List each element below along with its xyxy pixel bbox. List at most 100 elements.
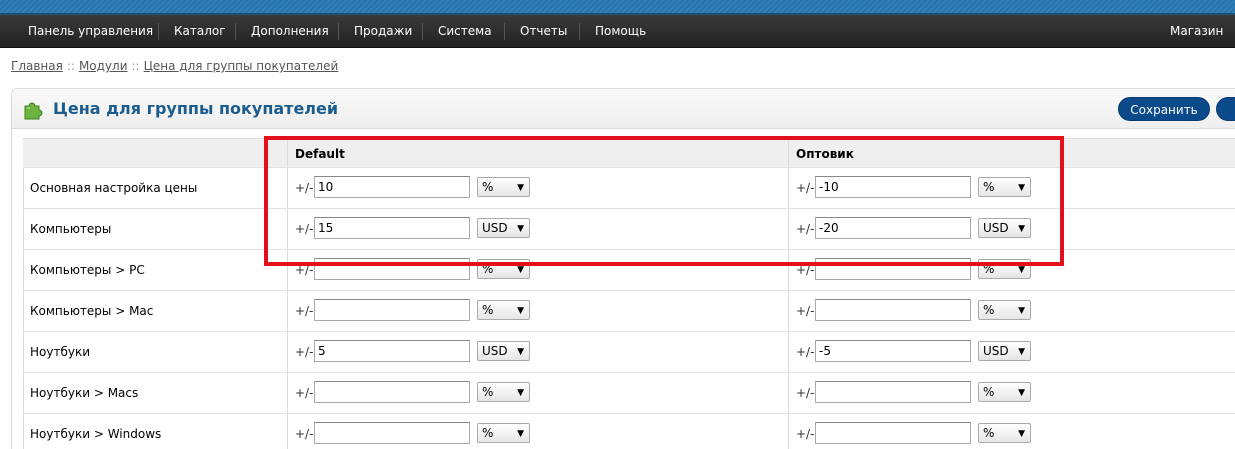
column-divider xyxy=(287,373,288,413)
table-header-row: Default Оптовик xyxy=(23,138,1235,168)
menu-separator xyxy=(235,23,236,40)
table-row: Основная настройка цены +/- 10 % ▼ +/- -… xyxy=(23,168,1235,209)
column-divider xyxy=(287,168,288,208)
breadcrumb-modules[interactable]: Модули xyxy=(79,59,128,73)
dropdown-arrow-icon: ▼ xyxy=(1018,306,1025,316)
default-type-select[interactable]: % ▼ xyxy=(477,382,530,402)
wholesale-value-input[interactable]: -5 xyxy=(815,340,971,362)
default-value-input[interactable] xyxy=(314,422,470,444)
wholesale-type-select[interactable]: % ▼ xyxy=(978,300,1031,320)
select-value: % xyxy=(482,262,494,276)
plus-minus-label: +/- xyxy=(295,427,314,441)
menu-item-reports[interactable]: Отчеты xyxy=(520,24,567,38)
default-type-select[interactable]: % ▼ xyxy=(477,300,530,320)
menu-item-store[interactable]: Магазин xyxy=(1170,24,1223,38)
default-value-input[interactable] xyxy=(314,258,470,280)
dropdown-arrow-icon: ▼ xyxy=(517,429,524,439)
column-divider xyxy=(287,414,288,449)
dropdown-arrow-icon: ▼ xyxy=(1018,388,1025,398)
plus-minus-label: +/- xyxy=(796,304,815,318)
dropdown-arrow-icon: ▼ xyxy=(517,388,524,398)
panel-header: Цена для группы покупателей Сохранить xyxy=(12,89,1235,129)
menu-separator xyxy=(338,23,339,40)
select-value: USD xyxy=(983,344,1009,358)
wholesale-value-input[interactable] xyxy=(815,381,971,403)
table-row: Ноутбуки > Macs +/- % ▼ +/- % ▼ xyxy=(23,373,1235,414)
wholesale-type-select[interactable]: USD ▼ xyxy=(978,341,1031,361)
wholesale-type-select[interactable]: % ▼ xyxy=(978,177,1031,197)
dropdown-arrow-icon: ▼ xyxy=(517,183,524,193)
column-divider xyxy=(788,291,789,331)
dropdown-arrow-icon: ▼ xyxy=(1018,429,1025,439)
default-type-select[interactable]: % ▼ xyxy=(477,259,530,279)
wholesale-type-select[interactable]: % ▼ xyxy=(978,382,1031,402)
column-divider xyxy=(788,250,789,290)
dropdown-arrow-icon: ▼ xyxy=(517,306,524,316)
wholesale-value-input[interactable] xyxy=(815,258,971,280)
wholesale-value-input[interactable] xyxy=(815,299,971,321)
menu-item-extensions[interactable]: Дополнения xyxy=(251,24,329,38)
select-value: % xyxy=(983,262,995,276)
default-type-select[interactable]: USD ▼ xyxy=(477,341,530,361)
menu-separator xyxy=(422,23,423,40)
select-value: USD xyxy=(482,221,508,235)
select-value: % xyxy=(983,303,995,317)
menu-item-sales[interactable]: Продажи xyxy=(354,24,412,38)
table-row: Ноутбуки > Windows +/- % ▼ +/- % ▼ xyxy=(23,414,1235,449)
menu-separator xyxy=(579,23,580,40)
category-label: Компьютеры xyxy=(30,222,112,236)
dropdown-arrow-icon: ▼ xyxy=(517,265,524,275)
default-type-select[interactable]: % ▼ xyxy=(477,423,530,443)
column-divider xyxy=(788,168,789,208)
column-divider xyxy=(287,332,288,372)
menu-item-system[interactable]: Система xyxy=(438,24,492,38)
wholesale-type-select[interactable]: % ▼ xyxy=(978,259,1031,279)
plus-minus-label: +/- xyxy=(796,345,815,359)
breadcrumb-home[interactable]: Главная xyxy=(11,59,63,73)
table-row: Компьютеры > PC +/- % ▼ +/- % ▼ xyxy=(23,250,1235,291)
column-divider xyxy=(788,373,789,413)
wholesale-value-input[interactable]: -10 xyxy=(815,176,971,198)
dropdown-arrow-icon: ▼ xyxy=(1018,224,1025,234)
dropdown-arrow-icon: ▼ xyxy=(1018,183,1025,193)
select-value: % xyxy=(482,303,494,317)
select-value: % xyxy=(983,426,995,440)
plus-minus-label: +/- xyxy=(295,345,314,359)
default-type-select[interactable]: % ▼ xyxy=(477,177,530,197)
dropdown-arrow-icon: ▼ xyxy=(1018,347,1025,357)
plus-minus-label: +/- xyxy=(796,263,815,277)
menu-item-catalog[interactable]: Каталог xyxy=(174,24,226,38)
default-type-select[interactable]: USD ▼ xyxy=(477,218,530,238)
puzzle-icon xyxy=(24,102,43,120)
save-button[interactable]: Сохранить xyxy=(1118,97,1210,121)
default-value-input[interactable]: 5 xyxy=(314,340,470,362)
plus-minus-label: +/- xyxy=(796,427,815,441)
column-divider xyxy=(788,209,789,249)
select-value: % xyxy=(983,180,995,194)
wholesale-type-select[interactable]: % ▼ xyxy=(978,423,1031,443)
plus-minus-label: +/- xyxy=(796,222,815,236)
select-value: USD xyxy=(482,344,508,358)
default-value-input[interactable] xyxy=(314,381,470,403)
select-value: USD xyxy=(983,221,1009,235)
menu-separator xyxy=(504,23,505,40)
column-divider xyxy=(788,332,789,372)
breadcrumb-current[interactable]: Цена для группы покупателей xyxy=(144,59,339,73)
menu-item-help[interactable]: Помощь xyxy=(595,24,646,38)
wholesale-value-input[interactable]: -20 xyxy=(815,217,971,239)
breadcrumb-separator: :: xyxy=(66,59,75,73)
wholesale-value-input[interactable] xyxy=(815,422,971,444)
default-value-input[interactable] xyxy=(314,299,470,321)
default-value-input[interactable]: 15 xyxy=(314,217,470,239)
category-label: Компьютеры > PC xyxy=(30,263,145,277)
plus-minus-label: +/- xyxy=(295,386,314,400)
menu-separator xyxy=(158,23,159,40)
plus-minus-label: +/- xyxy=(796,181,815,195)
cancel-button[interactable] xyxy=(1216,97,1235,121)
default-value-input[interactable]: 10 xyxy=(314,176,470,198)
menu-item-dashboard[interactable]: Панель управления xyxy=(28,24,153,38)
table-row: Компьютеры > Mac +/- % ▼ +/- % ▼ xyxy=(23,291,1235,332)
category-label: Ноутбуки > Windows xyxy=(30,427,162,441)
wholesale-type-select[interactable]: USD ▼ xyxy=(978,218,1031,238)
breadcrumb: Главная:: Модули:: Цена для группы покупат… xyxy=(11,59,338,73)
